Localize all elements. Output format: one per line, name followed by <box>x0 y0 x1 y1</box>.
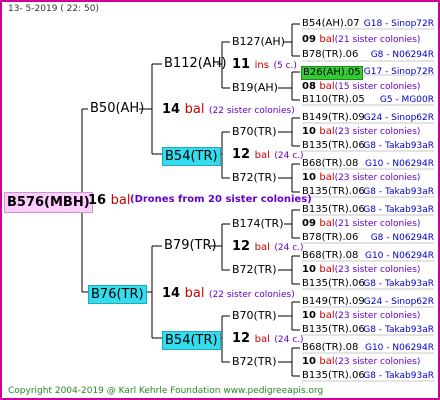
gen3-queen-6[interactable]: B72(TR) <box>232 264 277 275</box>
root-queen[interactable]: B576(MBH) <box>4 192 93 213</box>
gen2-queen-1[interactable]: B112(AH) <box>164 57 227 70</box>
leaf-ref-10: G8 - N06294R <box>370 233 434 243</box>
leaf-count-7: 10 bal(23 sister colonies) <box>302 310 421 321</box>
leaf-ref-5: G24 - Sinop62R <box>363 113 434 123</box>
leaf-count-1: 09 bal(21 sister colonies) <box>302 34 421 45</box>
leaf-ref-9: G8 - Takab93aR <box>363 205 434 215</box>
gen3-queen-1[interactable]: B127(AH) <box>232 36 285 47</box>
leaf-ref-8: G8 - Takab93aR <box>363 187 434 197</box>
print-date: 13- 5-2019 ( 22: 50) <box>8 4 99 14</box>
gen2-4-count: 12 bal (24 c.) <box>232 331 304 346</box>
leaf-ref-2: G8 - N06294R <box>370 50 434 60</box>
leaf-ref-13: G24 - Sinop62R <box>363 297 434 307</box>
gen1-queen-bottom[interactable]: B76(TR) <box>88 285 147 304</box>
gen3-queen-2[interactable]: B19(AH) <box>232 82 278 93</box>
leaf-ref-14: G8 - Takab93aR <box>363 325 434 335</box>
leaf-count-4: 10 bal(23 sister colonies) <box>302 172 421 183</box>
leaf-ref-15: G10 - N06294R <box>364 343 434 353</box>
leaf-ref-7: G10 - N06294R <box>364 159 434 169</box>
gen3-queen-3[interactable]: B70(TR) <box>232 126 277 137</box>
leaf-ref-4: G5 - MG00R <box>379 95 434 105</box>
gen2-queen-2[interactable]: B54(TR) <box>162 147 221 166</box>
leaf-ref-6: G8 - Takab93aR <box>363 141 434 151</box>
root-count: 16 bal <box>88 193 131 208</box>
gen2-3-count: 12 bal (24 c.) <box>232 239 304 254</box>
leaf-count-6: 10 bal(23 sister colonies) <box>302 264 421 275</box>
gen2-1-count: 11 ins (5 c.) <box>232 57 297 72</box>
root-drone-colonies: (Drones from 20 sister colonies) <box>130 194 312 205</box>
leaf-count-5: 09 bal(21 sister colonies) <box>302 218 421 229</box>
root-bal: bal <box>110 193 131 208</box>
gen3-queen-8[interactable]: B72(TR) <box>232 356 277 367</box>
gen3-queen-5[interactable]: B174(TR) <box>232 218 284 229</box>
leaf-ref-3: G17 - Sinop72R <box>363 67 434 77</box>
leaf-ref-12: G8 - Takab93aR <box>363 279 434 289</box>
leaf-count-3: 10 bal(23 sister colonies) <box>302 126 421 137</box>
leaf-count-2: 08 bal(15 sister colonies) <box>302 81 421 92</box>
gen1-top-count: 14 bal (22 sister colonies) <box>162 102 295 117</box>
gen2-queen-4[interactable]: B54(TR) <box>162 331 221 350</box>
leaf-ref-11: G10 - N06294R <box>364 251 434 261</box>
leaf-count-8: 10 bal(23 sister colonies) <box>302 356 421 367</box>
leaf-ref-16: G8 - Takab93aR <box>363 371 434 381</box>
gen1-bottom-count: 14 bal (22 sister colonies) <box>162 286 295 301</box>
pedigree-frame: 13- 5-2019 ( 22: 50) B576(MBH) 16 bal (D… <box>0 0 440 400</box>
gen2-2-count: 12 bal (24 c.) <box>232 147 304 162</box>
gen1-queen-top[interactable]: B50(AH) <box>90 102 144 115</box>
gen2-queen-3[interactable]: B79(TR) <box>164 239 217 252</box>
leaf-ref-1: G18 - Sinop72R <box>363 19 434 29</box>
gen3-queen-4[interactable]: B72(TR) <box>232 172 277 183</box>
copyright-footer: Copyright 2004-2019 @ Karl Kehrle Founda… <box>8 386 324 396</box>
gen3-queen-7[interactable]: B70(TR) <box>232 310 277 321</box>
